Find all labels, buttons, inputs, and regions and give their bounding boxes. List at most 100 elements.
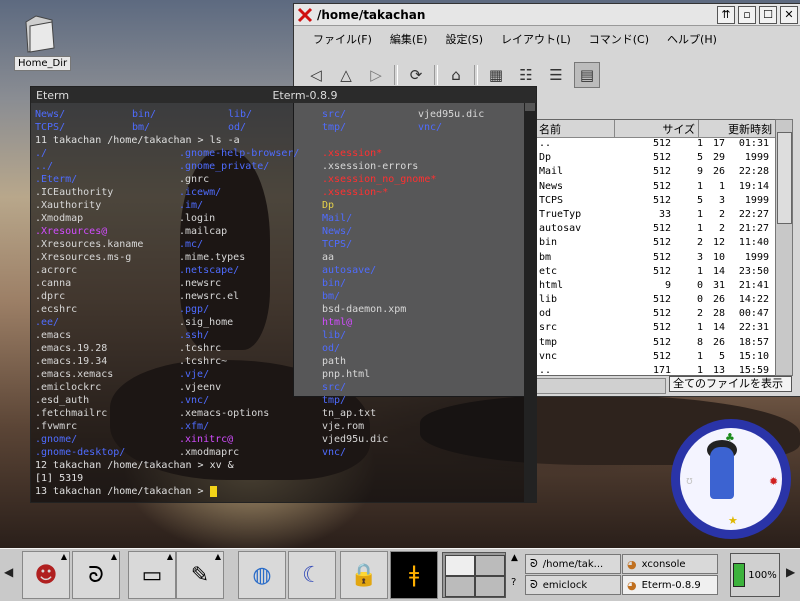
task-xconsole[interactable]: ◕ xconsole (622, 554, 718, 574)
column-name[interactable]: 名前 (535, 120, 615, 137)
menu-triangle-icon: ▲ (166, 552, 173, 561)
file-list-scrollbar[interactable] (775, 119, 793, 376)
workspace-3[interactable] (445, 576, 475, 597)
view-details-icon[interactable]: ☰ (544, 63, 568, 87)
file-row[interactable]: html 9 0 31 21:41 (535, 280, 775, 294)
lamp-icon: ǂ (408, 562, 420, 588)
desktop-icon-home-dir[interactable]: Home_Dir (14, 12, 72, 71)
window-title: /home/takachan (317, 7, 426, 22)
scroll-left-icon[interactable]: ◀ (4, 565, 13, 579)
file-row[interactable]: autosav 512 1 2 21:27 (535, 223, 775, 237)
maximize-button[interactable]: ☐ (759, 5, 777, 24)
ls-entry: TCPS/ (322, 239, 353, 250)
view-icons-icon[interactable]: ▦ (484, 63, 508, 87)
terminal-scrollbar[interactable] (524, 103, 536, 502)
launcher-daemon[interactable]: ☻ ▲ (22, 551, 70, 599)
scrollbar-thumb[interactable] (777, 132, 792, 224)
file-row[interactable]: lib 512 0 26 14:22 (535, 294, 775, 308)
terminal-output[interactable]: News/ bin/ lib/ src/ vjed95u.dic TCPS/ b… (35, 108, 522, 498)
view-list-icon[interactable]: ☷ (514, 63, 538, 87)
terminal-line: .Xmodmap .login Mail/ (35, 212, 522, 225)
file-row[interactable]: bm 512 3 10 1999 (535, 252, 775, 266)
task-home-takachan[interactable]: ᘐ/home/tak... (525, 554, 621, 574)
launcher-terminal[interactable]: ▭ ▲ (128, 551, 176, 599)
job-output: [1] 5319 (35, 473, 84, 484)
forward-icon[interactable]: ▷ (364, 63, 388, 87)
ls-entry: .newsrc (179, 278, 222, 289)
ls-entry: vjed95u.dic (322, 434, 389, 445)
up-icon[interactable]: △ (334, 63, 358, 87)
ls-entry: .dprc (35, 291, 66, 302)
file-row[interactable]: News 512 1 1 19:14 (535, 181, 775, 195)
shade-button[interactable]: ⇈ (717, 5, 735, 24)
workspace-1[interactable] (445, 555, 475, 576)
terminal-line: .Xresources.kaname .mc/TCPS/ (35, 238, 522, 251)
rabbit-icon: ʊ (686, 474, 693, 487)
help-icon[interactable]: ? (511, 577, 516, 588)
file-row[interactable]: bin 512 2 12 11:40 (535, 237, 775, 251)
file-row[interactable]: src 512 1 14 22:31 (535, 322, 775, 336)
menu-help[interactable]: ヘルプ(H) (658, 28, 726, 50)
workspace-4[interactable] (475, 576, 505, 597)
menu-settings[interactable]: 設定(S) (436, 28, 492, 50)
launcher-tools[interactable]: ✎ ▲ (176, 551, 224, 599)
file-time: 21:27 (738, 223, 769, 235)
home-icon[interactable]: ⌂ (444, 63, 468, 87)
file-row[interactable]: Mail 512 9 26 22:28 (535, 166, 775, 180)
file-size: 171 (652, 365, 671, 376)
menu-layout[interactable]: レイアウト(L) (492, 28, 580, 50)
ls-entry: .sig_home (179, 317, 234, 328)
file-mon: 5 (696, 194, 703, 206)
menu-edit[interactable]: 編集(E) (381, 28, 437, 50)
file-row[interactable]: TCPS 512 5 3 1999 (535, 195, 775, 209)
ls-entry: html@ (322, 317, 353, 328)
ls-entry: .emacs (35, 330, 72, 341)
minimize-button[interactable]: ▫ (738, 5, 756, 24)
file-row[interactable]: .. 512 1 17 01:31 (535, 138, 775, 152)
column-size[interactable]: サイズ (615, 120, 699, 137)
workspace-2[interactable] (475, 555, 505, 576)
file-mon: 5 (696, 152, 703, 164)
task-emiclock[interactable]: ᘐ emiclock (525, 575, 621, 595)
close-button[interactable]: ✕ (780, 5, 798, 24)
file-row[interactable]: TrueTyp 33 1 2 22:27 (535, 209, 775, 223)
scroll-right-icon[interactable]: ▶ (786, 565, 795, 579)
launcher-lamp[interactable]: ǂ (390, 551, 438, 599)
file-filter-select[interactable]: 全てのファイルを表示 (669, 376, 792, 392)
window-titlebar[interactable]: /home/takachan ⇈ ▫ ☐ ✕ (294, 4, 800, 26)
ls-entry: .xemacs-options (179, 408, 270, 419)
back-icon[interactable]: ◁ (304, 63, 328, 87)
file-row[interactable]: vnc 512 1 5 15:10 (535, 351, 775, 365)
file-time: 18:57 (738, 336, 769, 348)
scrollbar-thumb[interactable] (525, 103, 535, 111)
ls-entry: .vnc/ (179, 395, 210, 406)
ls-entry: .acrorc (35, 265, 78, 276)
emiclock-widget[interactable]: ♣ ʊ ✹ ★ (671, 419, 791, 539)
eterm-tab[interactable]: Eterm (31, 89, 74, 102)
eterm-window[interactable]: Eterm Eterm-0.8.9 News/ bin/ lib/ src/ v… (30, 86, 537, 503)
file-row[interactable]: .. 171 1 13 15:59 (535, 365, 775, 376)
file-size: 512 (652, 180, 671, 192)
view-custom-icon[interactable]: ▤ (574, 62, 600, 88)
refresh-icon[interactable]: ⟳ (404, 63, 428, 87)
file-row[interactable]: etc 512 1 14 23:50 (535, 266, 775, 280)
launcher-lock[interactable]: 🔒 (340, 551, 388, 599)
tasklist-menu-icon[interactable]: ▲ (511, 553, 518, 563)
daemon-icon: ☻ (34, 562, 58, 588)
file-list[interactable]: 名前 サイズ 更新時刻 .. 512 1 17 01:31 Dp 512 5 29 1999 Mai… (534, 119, 776, 376)
launcher-monitor[interactable]: ☾ (288, 551, 336, 599)
file-row[interactable]: tmp 512 8 26 18:57 (535, 337, 775, 351)
launcher-browser[interactable]: ◍ (238, 551, 286, 599)
ls-entry: path (322, 356, 347, 367)
file-row[interactable]: Dp 512 5 29 1999 (535, 152, 775, 166)
menu-file[interactable]: ファイル(F) (304, 28, 381, 50)
column-mtime[interactable]: 更新時刻 (699, 120, 775, 137)
workspace-pager[interactable] (442, 552, 506, 598)
battery-monitor[interactable]: 100% (730, 553, 780, 597)
eterm-titlebar[interactable]: Eterm Eterm-0.8.9 (31, 87, 536, 103)
menu-command[interactable]: コマンド(C) (580, 28, 658, 50)
file-row[interactable]: od 512 2 28 00:47 (535, 308, 775, 322)
launcher-gnome[interactable]: ᘐ ▲ (72, 551, 120, 599)
task-eterm[interactable]: ◕ Eterm-0.8.9 (622, 575, 718, 595)
file-size: 512 (652, 350, 671, 362)
